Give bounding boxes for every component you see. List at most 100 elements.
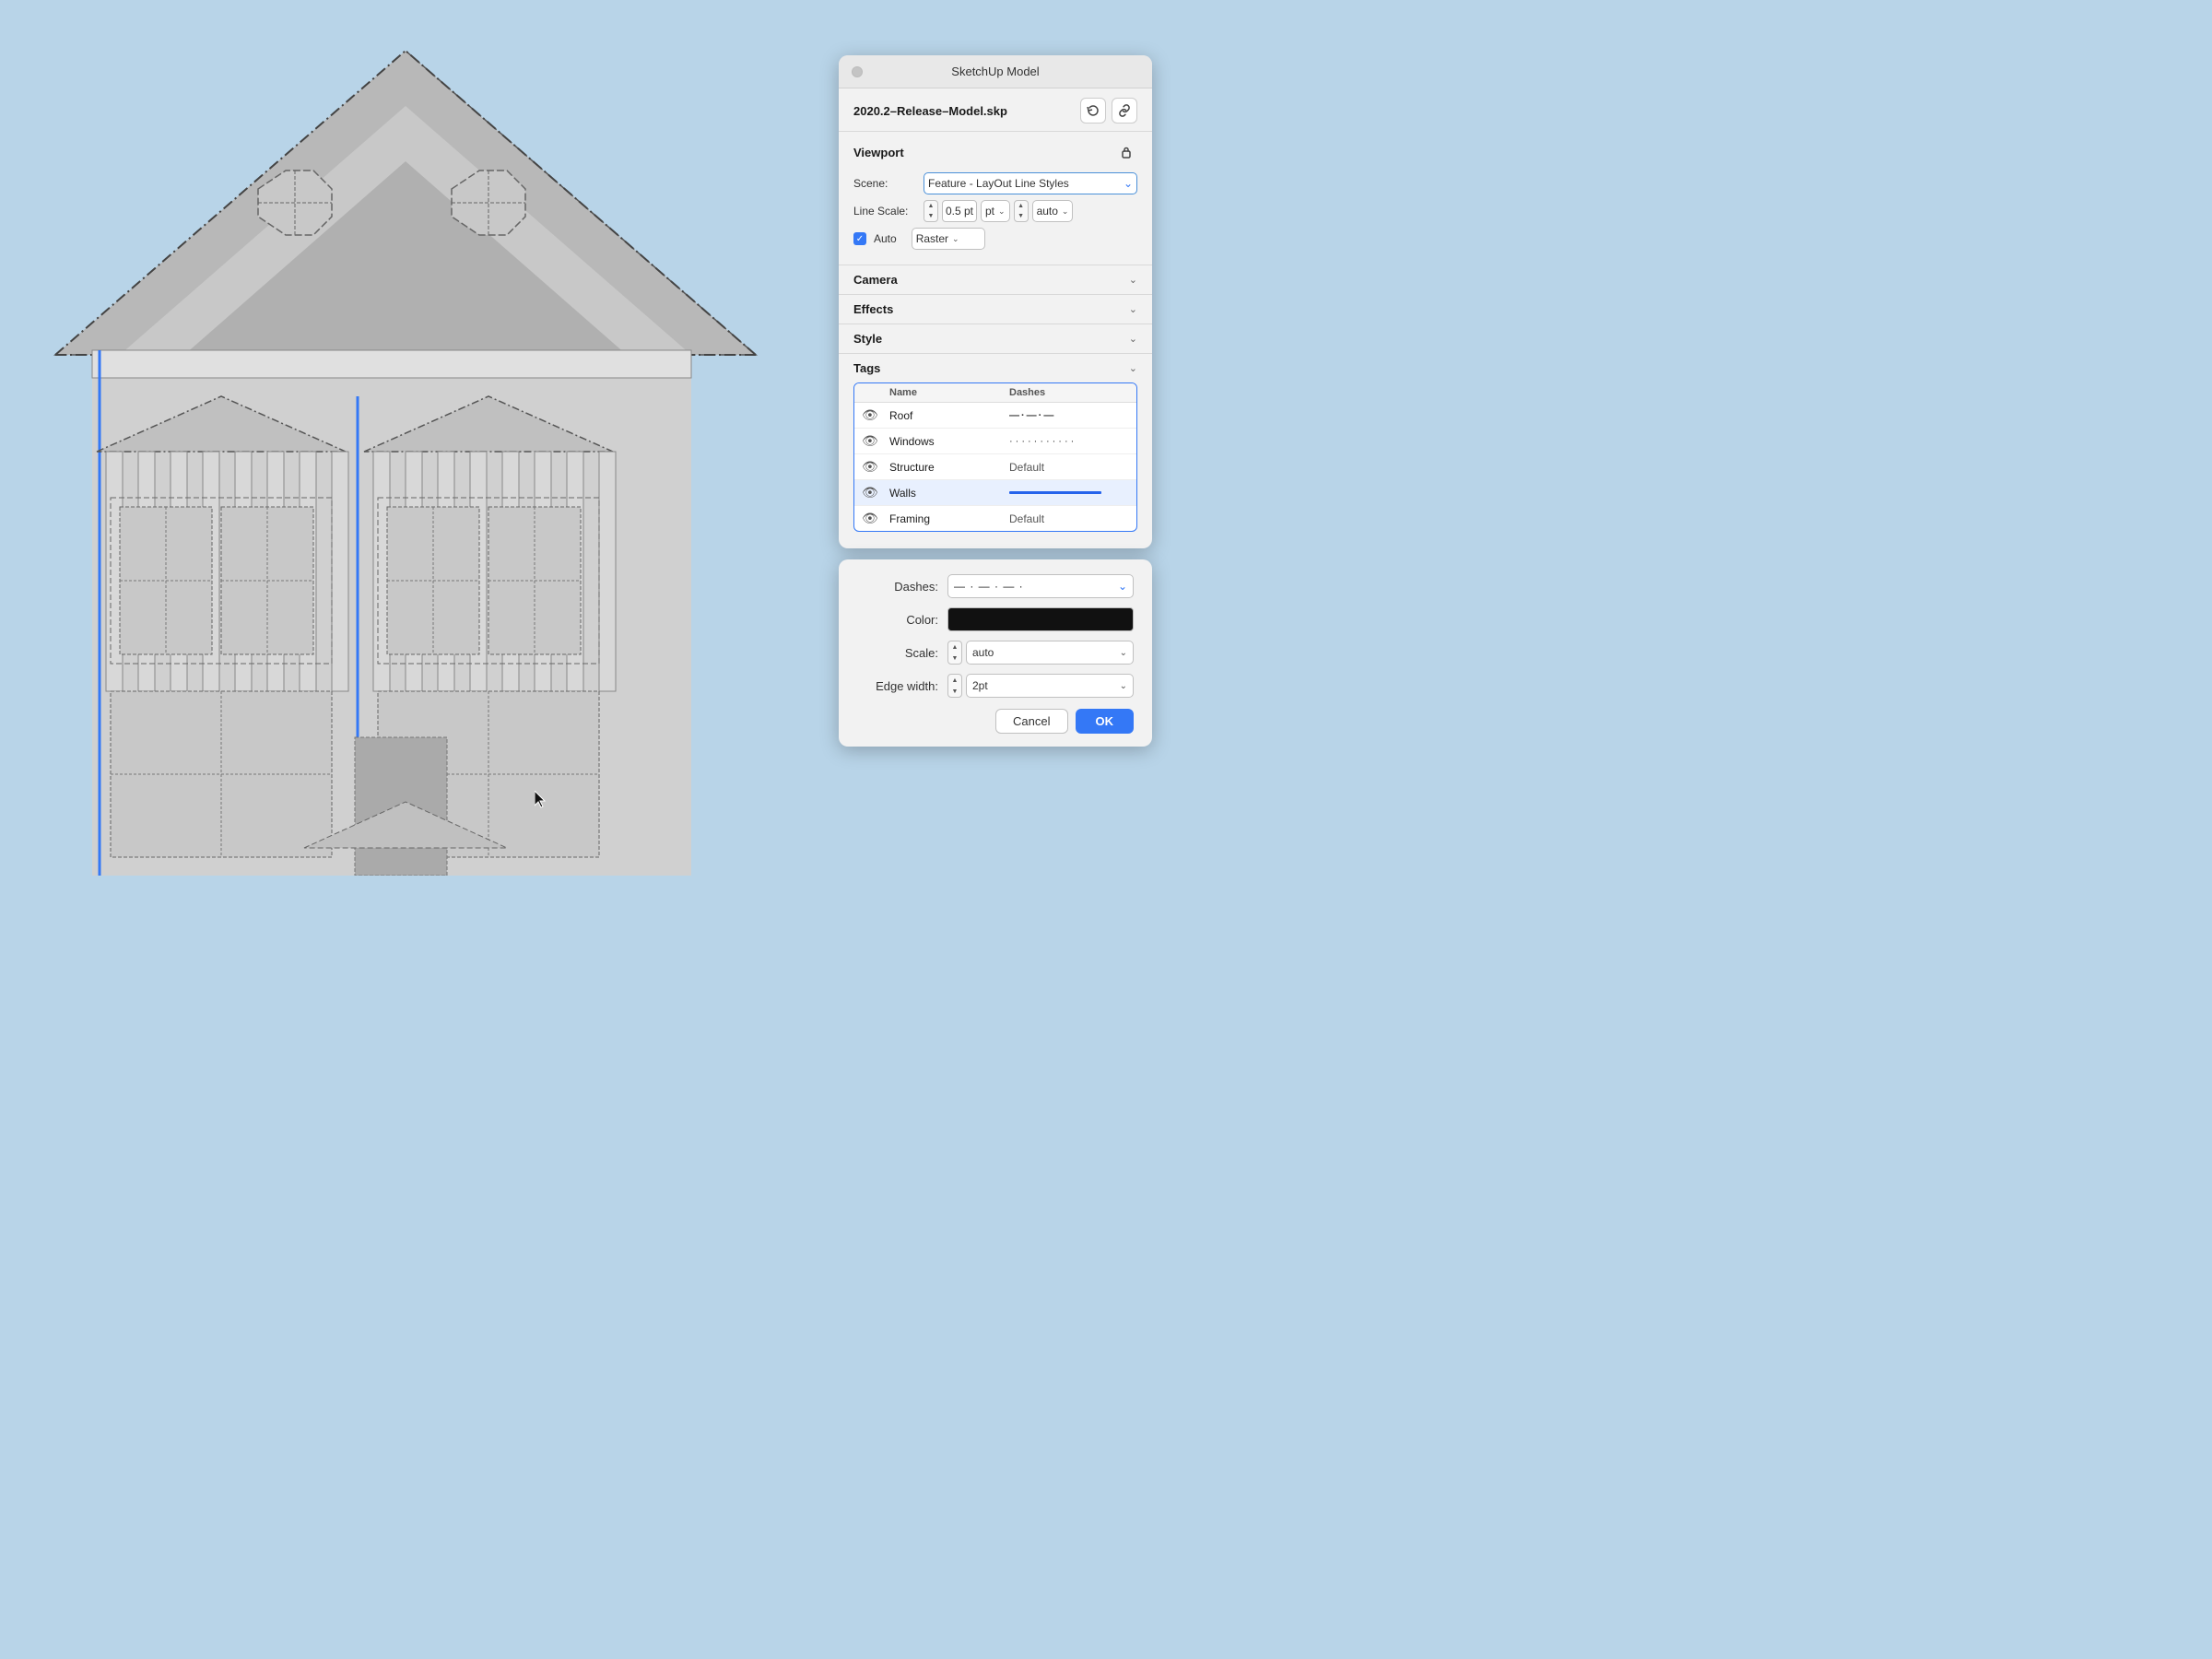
panel-area: SketchUp Model 2020.2–Release–Model.skp: [839, 55, 1152, 747]
scale-label: Scale:: [857, 646, 938, 660]
framing-tag-name: Framing: [889, 512, 1009, 525]
line-scale-controls: ▲ ▼ 0.5 pt pt ⌄ ▲ ▼ auto: [924, 200, 1073, 222]
scale-select-arrow: ⌄: [1120, 648, 1127, 658]
walls-visibility-icon[interactable]: 👁: [862, 485, 889, 500]
tags-chevron: ⌄: [1129, 362, 1137, 374]
scene-value: Feature - LayOut Line Styles: [928, 177, 1069, 190]
line-scale-stepper[interactable]: ▲ ▼: [924, 200, 938, 222]
tags-row-structure[interactable]: 👁 Structure Default: [854, 454, 1136, 480]
stepper-up[interactable]: ▲: [924, 201, 937, 211]
dashes-select[interactable]: — · — · — · ⌄: [947, 574, 1134, 598]
roof-visibility-icon[interactable]: 👁: [862, 407, 889, 423]
edge-width-stepper[interactable]: ▲ ▼: [947, 674, 962, 698]
structure-visibility-icon[interactable]: 👁: [862, 459, 889, 475]
stepper-down[interactable]: ▼: [924, 211, 937, 221]
stepper-down-2[interactable]: ▼: [1015, 211, 1028, 221]
scale-value: auto: [972, 646, 994, 659]
structure-dash-label: Default: [1009, 461, 1044, 474]
sketchup-model-panel: SketchUp Model 2020.2–Release–Model.skp: [839, 55, 1152, 548]
edge-stepper-down[interactable]: ▼: [948, 686, 961, 697]
scene-row: Scene: Feature - LayOut Line Styles ⌄: [853, 172, 1137, 194]
ok-button[interactable]: OK: [1076, 709, 1135, 734]
walls-solid-line: [1009, 491, 1101, 494]
scale-stepper[interactable]: ▲ ▼: [947, 641, 962, 665]
scale-select[interactable]: auto ⌄: [966, 641, 1134, 665]
tags-row-framing[interactable]: 👁 Framing Default: [854, 506, 1136, 531]
edge-stepper-up[interactable]: ▲: [948, 675, 961, 686]
color-row: Color:: [857, 607, 1134, 631]
render-mode-text: Raster: [916, 232, 948, 245]
edge-width-value: 2pt: [972, 679, 988, 692]
viewport-section-header[interactable]: Viewport: [839, 132, 1152, 172]
windows-visibility-icon[interactable]: 👁: [862, 433, 889, 449]
framing-visibility-icon[interactable]: 👁: [862, 511, 889, 526]
edge-width-label: Edge width:: [857, 679, 938, 693]
windows-dashes: ···········: [1009, 434, 1129, 449]
camera-section-header[interactable]: Camera ⌄: [839, 265, 1152, 294]
auto-label: Auto: [874, 232, 897, 245]
tags-row-windows[interactable]: 👁 Windows ···········: [854, 429, 1136, 454]
bottom-spacer: [839, 541, 1152, 548]
close-button[interactable]: [852, 66, 863, 77]
stepper-up-2[interactable]: ▲: [1015, 201, 1028, 211]
walls-dashes: [1009, 486, 1129, 500]
unit-chevron: ⌄: [998, 206, 1006, 217]
panel-titlebar: SketchUp Model: [839, 55, 1152, 88]
effects-chevron: ⌄: [1129, 303, 1137, 315]
color-swatch[interactable]: [947, 607, 1134, 631]
filename-actions: [1080, 98, 1137, 124]
line-scale-auto-select[interactable]: auto ⌄: [1032, 200, 1074, 222]
line-scale-value[interactable]: 0.5 pt: [942, 200, 977, 222]
line-scale-row: Line Scale: ▲ ▼ 0.5 pt pt ⌄ ▲: [853, 200, 1137, 222]
panel-title: SketchUp Model: [951, 65, 1039, 78]
refresh-button[interactable]: [1080, 98, 1106, 124]
scale-stepper-up[interactable]: ▲: [948, 641, 961, 653]
windows-dash-pattern: ···········: [1009, 436, 1077, 447]
viewport-controls: Scene: Feature - LayOut Line Styles ⌄ Li…: [839, 172, 1152, 265]
tags-table-header: Name Dashes: [854, 383, 1136, 403]
structure-dashes: Default: [1009, 460, 1129, 475]
edge-width-row: Edge width: ▲ ▼ 2pt ⌄: [857, 674, 1134, 698]
dashes-select-arrow: ⌄: [1118, 580, 1127, 593]
tags-row-walls[interactable]: 👁 Walls: [854, 480, 1136, 506]
auto-checkbox[interactable]: ✓: [853, 232, 866, 245]
framing-dashes: Default: [1009, 512, 1129, 526]
line-scale-label: Line Scale:: [853, 205, 924, 218]
windows-tag-name: Windows: [889, 435, 1009, 448]
tag-edit-dialog: Dashes: — · — · — · ⌄ Color: Scale: ▲ ▼ …: [839, 559, 1152, 747]
col-eye-header: [862, 387, 889, 398]
roof-tag-name: Roof: [889, 409, 1009, 422]
viewport-lock-button[interactable]: [1115, 139, 1137, 165]
style-chevron: ⌄: [1129, 333, 1137, 345]
edge-width-select[interactable]: 2pt ⌄: [966, 674, 1134, 698]
auto-text: auto: [1037, 205, 1058, 218]
cancel-button[interactable]: Cancel: [995, 709, 1067, 734]
dashes-preview: — · — · — ·: [954, 580, 1024, 593]
line-scale-stepper-2[interactable]: ▲ ▼: [1014, 200, 1029, 222]
building-illustration: [0, 0, 802, 876]
framing-dash-label: Default: [1009, 512, 1044, 525]
col-dashes-header: Dashes: [1009, 387, 1129, 398]
link-button[interactable]: [1112, 98, 1137, 124]
tags-table: Name Dashes 👁 Roof —·—·— 👁 Windows ·····…: [853, 382, 1137, 532]
render-mode-select[interactable]: Raster ⌄: [912, 228, 985, 250]
camera-label: Camera: [853, 273, 898, 287]
tags-section-header[interactable]: Tags ⌄: [839, 354, 1152, 382]
structure-tag-name: Structure: [889, 461, 1009, 474]
camera-chevron: ⌄: [1129, 274, 1137, 286]
style-section-header[interactable]: Style ⌄: [839, 324, 1152, 353]
filename: 2020.2–Release–Model.skp: [853, 104, 1007, 118]
edge-width-controls: ▲ ▼ 2pt ⌄: [947, 674, 1134, 698]
effects-section-header[interactable]: Effects ⌄: [839, 295, 1152, 324]
scene-select-arrow: ⌄: [1124, 177, 1133, 190]
tags-row-roof[interactable]: 👁 Roof —·—·—: [854, 403, 1136, 429]
auto-raster-row: ✓ Auto Raster ⌄: [853, 228, 1137, 250]
walls-tag-name: Walls: [889, 487, 1009, 500]
scale-stepper-down[interactable]: ▼: [948, 653, 961, 664]
dashes-row: Dashes: — · — · — · ⌄: [857, 574, 1134, 598]
viewport-label: Viewport: [853, 146, 904, 159]
auto-chevron: ⌄: [1062, 206, 1069, 217]
line-scale-unit-select[interactable]: pt ⌄: [981, 200, 1010, 222]
scene-select[interactable]: Feature - LayOut Line Styles ⌄: [924, 172, 1137, 194]
scale-row: Scale: ▲ ▼ auto ⌄: [857, 641, 1134, 665]
